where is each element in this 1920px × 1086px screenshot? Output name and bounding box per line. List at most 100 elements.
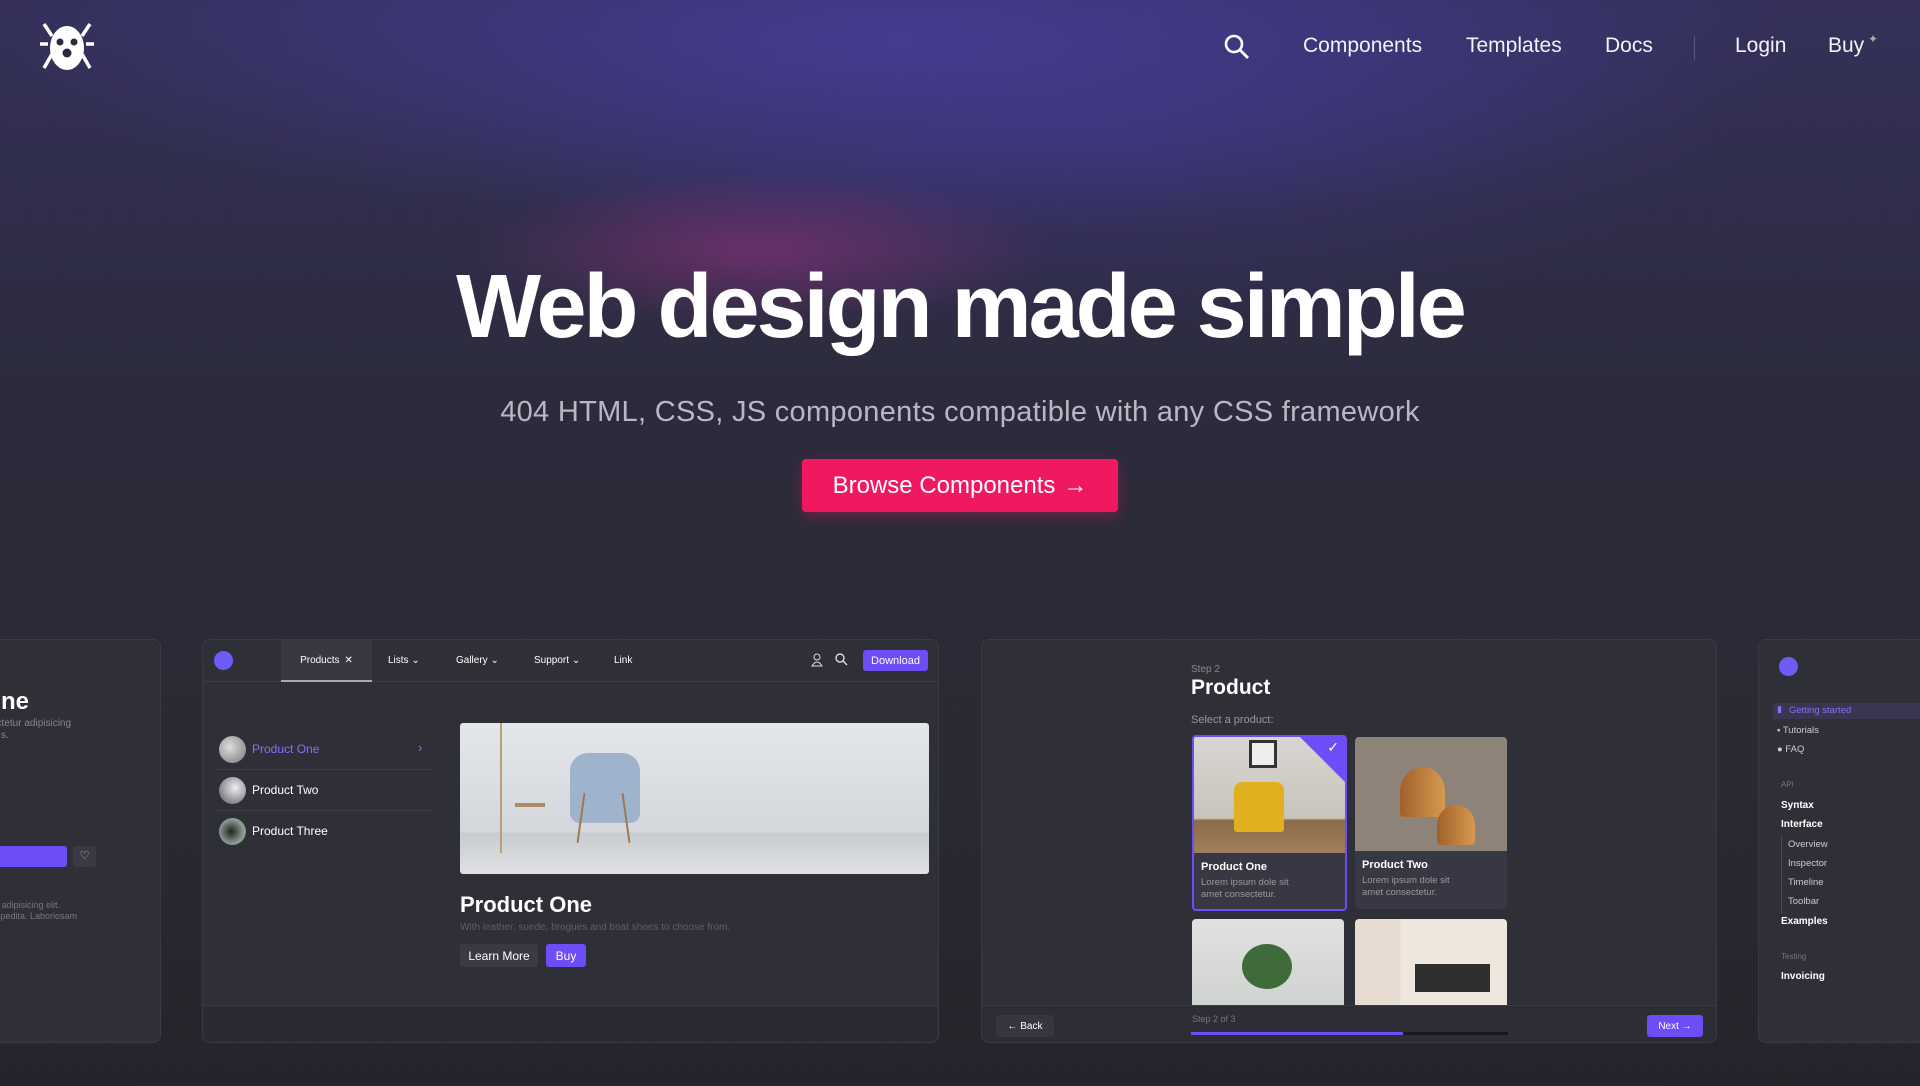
product-avatar [219,818,246,845]
search-icon[interactable] [1224,34,1250,60]
heart-icon: ♡ [79,850,90,862]
browse-components-button[interactable]: Browse Components → [802,459,1118,512]
docs-section-api: API [1781,780,1794,789]
next-button[interactable]: Next → [1647,1015,1703,1037]
docs-item-syntax[interactable]: Syntax [1781,800,1814,811]
docs-item-invoicing[interactable]: Invoicing [1781,971,1825,982]
sub-nav-line [1781,836,1782,914]
chevron-right-icon: › [418,740,423,755]
hero-title: Web design made simple [456,257,1467,357]
docs-item-label: FAQ [1785,744,1805,755]
product-tile-one[interactable]: ✓ Product One Lorem ipsum dole sit amet … [1192,735,1347,911]
docs-item-faq[interactable]: ● FAQ [1777,744,1804,755]
list-item-label: Product Two [252,783,319,797]
progress-bar [1191,1032,1508,1035]
close-icon: ✕ [344,654,353,666]
tutorials-icon: ▪ [1777,725,1781,736]
product-tile-name: Product One [1201,861,1268,873]
preview-card-wizard: Step 2 Product Select a product: ✓ Produ… [981,639,1717,1043]
list-item-product-one[interactable]: Product One › [215,730,433,770]
browse-components-label: Browse Components [832,471,1056,499]
card-text: ectetur adipisicing [0,718,72,729]
user-icon[interactable] [811,653,823,667]
product-tile-desc: Lorem ipsum dole sit amet consectetur. [1201,877,1289,900]
nav-templates[interactable]: Templates [1466,34,1562,58]
learn-more-button[interactable]: Learn More [460,944,538,967]
nav-components[interactable]: Components [1303,34,1422,58]
list-item-product-three[interactable]: Product Three [215,812,433,852]
tab-lists[interactable]: Lists ⌄ [388,655,420,666]
progress-fill [1191,1032,1404,1035]
product-tile-three[interactable] [1192,919,1344,1009]
wizard-title: Product [1191,676,1271,699]
card-text: ur adipisicing elit. [0,900,61,910]
bug-logo-icon [40,23,94,70]
book-icon: ▮ [1777,704,1782,714]
docs-item-toolbar[interactable]: Toolbar [1788,896,1819,907]
list-item-label: Product One [252,742,320,756]
card-heading: ne [1,688,30,715]
check-icon: ✓ [1327,739,1339,755]
product-avatar [219,777,246,804]
tab-label: Gallery [456,655,488,666]
product-tile-four[interactable] [1355,919,1507,1009]
chevron-down-icon: ⌄ [571,655,581,666]
docs-item-timeline[interactable]: Timeline [1788,877,1824,888]
docs-item-label: Getting started [1789,705,1852,716]
nav-docs[interactable]: Docs [1605,34,1653,58]
back-button[interactable]: ← Back [996,1015,1054,1037]
docs-item-getting-started[interactable]: ▮ Getting started [1773,703,1920,719]
tab-gallery[interactable]: Gallery ⌄ [456,655,499,666]
tab-support[interactable]: Support ⌄ [534,655,580,666]
docs-item-overview[interactable]: Overview [1788,839,1828,850]
docs-item-examples[interactable]: Examples [1781,916,1828,927]
preview-card-partial-left: ne ectetur adipisicing s. ♡ ur adipisici… [0,639,161,1043]
card-text: s. [1,730,9,741]
hero-subtitle: 404 HTML, CSS, JS components compatible … [500,396,1420,428]
tab-products[interactable]: Products ✕ [281,640,372,682]
product-tile-two[interactable]: Product Two Lorem ipsum dole sit amet co… [1355,737,1507,909]
info-icon: ● [1777,744,1783,755]
product-description: With leather, suede, brogues and boat sh… [460,922,731,933]
product-avatar [219,736,246,763]
primary-button[interactable] [0,846,67,867]
buy-button[interactable]: Buy [546,944,586,967]
chevron-down-icon: ⌄ [411,655,420,666]
docs-item-label: Tutorials [1782,725,1819,736]
product-tile-image [1355,737,1507,851]
chevron-down-icon: ⌄ [490,655,499,666]
step-label: Step 2 [1191,664,1220,675]
nav-buy[interactable]: Buy [1828,34,1864,58]
tab-label: Support [534,655,570,666]
product-image [460,723,929,874]
card-footer [203,1005,938,1042]
nav-divider [1694,36,1695,60]
list-item-label: Product Three [252,824,328,838]
sparkle-icon: ✦ [1868,32,1879,46]
docs-item-inspector[interactable]: Inspector [1788,858,1827,869]
search-icon[interactable] [835,653,848,666]
list-item-product-two[interactable]: Product Two [215,771,433,811]
card-text: expedita. Laboriosam [0,911,78,921]
docs-section-testing: Testing [1781,952,1807,961]
select-prompt: Select a product: [1191,714,1274,726]
docs-item-tutorials[interactable]: ▪ Tutorials [1777,725,1819,736]
product-tile-desc: Lorem ipsum dole sit amet consectetur. [1362,875,1450,898]
logo[interactable] [40,22,94,72]
brand-dot[interactable] [1779,657,1798,676]
tab-link[interactable]: Link [614,655,632,666]
progress-label: Step 2 of 3 [1192,1014,1236,1024]
download-button[interactable]: Download [863,650,928,671]
product-tile-name: Product Two [1362,859,1428,871]
product-title: Product One [460,892,593,917]
wizard-footer: ← Back Step 2 of 3 Next → [982,1005,1716,1042]
brand-dot[interactable] [214,651,233,670]
tab-label: Lists [388,655,409,666]
favorite-button[interactable]: ♡ [73,846,96,867]
docs-item-interface[interactable]: Interface [1781,819,1823,830]
nav-login[interactable]: Login [1735,34,1786,58]
preview-card-shop: Products ✕ Lists ⌄ Gallery ⌄ Support ⌄ Li… [202,639,939,1043]
arrow-right-icon: → [1063,471,1088,499]
preview-card-docs: ▮ Getting started ▪ Tutorials ● FAQ API … [1758,639,1920,1043]
tab-label: Products [300,654,340,666]
